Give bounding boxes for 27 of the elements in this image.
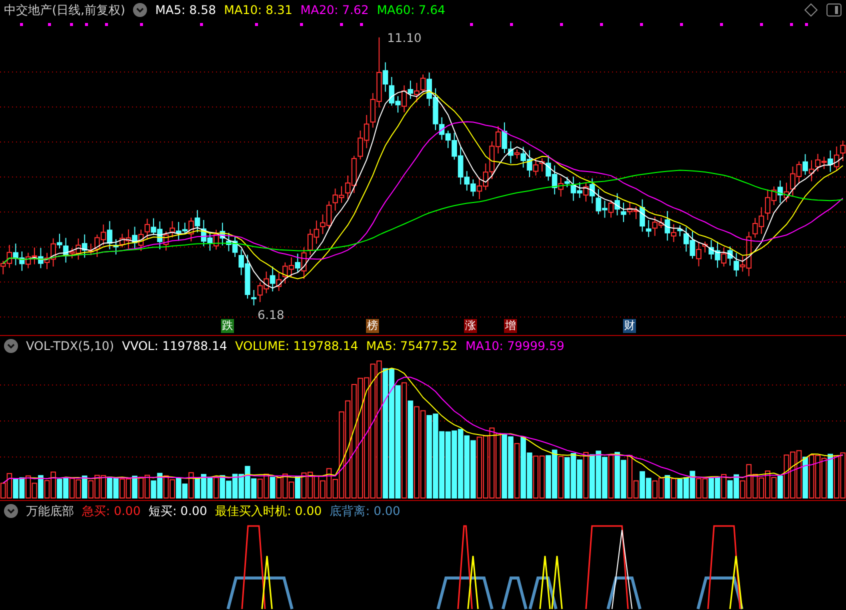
indicator-value: 短买: 0.00 — [148, 502, 208, 520]
indicator-value: 底背离: 0.00 — [330, 502, 400, 520]
diamond-icon[interactable] — [804, 3, 818, 17]
indicator-value: 最佳买入时机: 0.00 — [215, 502, 322, 520]
dropdown-icon[interactable] — [4, 338, 18, 352]
indicator-value: MA10: 8.31 — [224, 2, 292, 19]
indicator-value: 急买: 0.00 — [82, 502, 141, 520]
indicator-value: VVOL: 119788.14 — [122, 338, 228, 354]
dropdown-icon[interactable] — [133, 3, 148, 17]
dropdown-icon[interactable] — [4, 504, 18, 518]
event-tag[interactable]: 涨 — [464, 319, 477, 333]
panel-toggle-icon[interactable] — [826, 3, 842, 17]
event-tag[interactable]: 跌 — [221, 319, 234, 333]
indicator-value: MA60: 7.64 — [376, 2, 446, 19]
indicator-value: VOLUME: 119788.14 — [235, 338, 358, 354]
indicator-value: MA10: 79999.59 — [465, 338, 564, 354]
price-label: 11.10 — [387, 31, 422, 46]
indicator-value: MA5: 75477.52 — [366, 338, 458, 354]
panel-title: 中交地产(日线,前复权) — [4, 2, 126, 19]
indicator-value: MA5: 8.58 — [155, 2, 216, 19]
panel-title: 万能底部 — [26, 502, 74, 520]
event-tag[interactable]: 榜 — [366, 319, 379, 333]
indicator-value: MA20: 7.62 — [300, 2, 369, 19]
event-tag[interactable]: 财 — [623, 319, 636, 333]
panel-title: VOL-TDX(5,10) — [26, 338, 114, 354]
event-tag[interactable]: 增 — [504, 319, 517, 333]
price-label: 6.18 — [258, 308, 284, 322]
